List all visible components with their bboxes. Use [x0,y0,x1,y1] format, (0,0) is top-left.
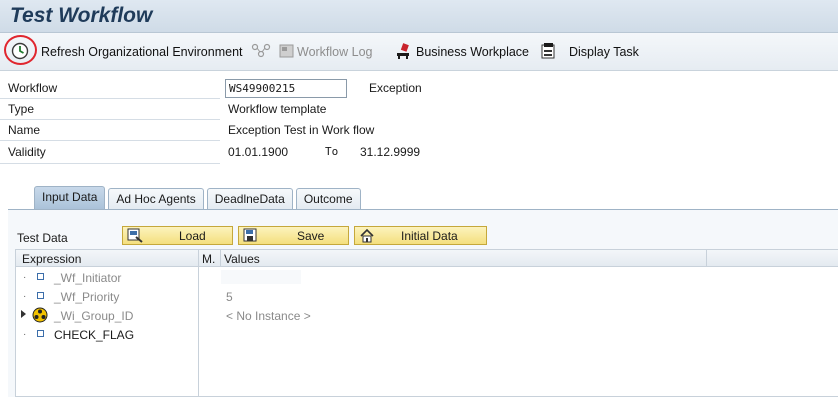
object-instance-icon [32,307,48,326]
save-button[interactable]: Save [238,226,349,245]
tab-input-data[interactable]: Input Data [34,186,106,210]
org-structure-icon [251,43,271,62]
column-header-values[interactable]: Values [224,252,260,266]
org-structure-button[interactable] [251,43,271,61]
highlight-circle-annotation [4,35,37,65]
table-row[interactable]: _Wi_Group_ID < No Instance > [16,306,838,325]
workflow-id-field[interactable]: WS49900215 [225,79,347,98]
leaf-icon [37,292,44,299]
table-row[interactable]: · _Wf_Initiator [16,268,838,287]
tab-ad-hoc-agents[interactable]: Ad Hoc Agents [108,188,204,210]
name-row: Name Exception Test in Work flow [0,119,838,141]
leaf-icon [37,330,44,337]
name-value: Exception Test in Work flow [228,123,375,137]
validity-to-value: 31.12.9999 [360,145,421,159]
expression-name: CHECK_FLAG [54,328,135,342]
display-task-icon [541,42,558,62]
save-icon [243,228,258,246]
test-data-label: Test Data [17,231,68,245]
initial-data-icon [359,228,375,246]
grid-header: Expression M. Values [16,250,838,267]
name-label: Name [8,123,41,137]
tab-strip: Input Data Ad Hoc Agents DeadlneData Out… [34,186,364,210]
workflow-log-button[interactable]: Workflow Log [279,43,373,61]
input-data-grid: Expression M. Values · _Wf_Initiator · _… [15,249,838,397]
workflow-label: Workflow [8,81,58,95]
value-field[interactable] [221,270,301,284]
tab-outcome[interactable]: Outcome [295,188,361,210]
expression-value: < No Instance > [226,309,311,323]
page-title: Test Workflow [10,4,153,27]
validity-label: Validity [8,145,46,159]
workflow-status-text: Exception [369,81,422,95]
workflow-row: Workflow WS49900215 Exception [0,77,838,99]
business-workplace-icon [395,42,411,62]
expression-value: 5 [226,290,233,304]
load-button[interactable]: Load [122,226,233,245]
expand-caret-icon[interactable] [21,310,26,318]
expression-name: _Wf_Priority [54,290,120,304]
validity-row: Validity 01.01.1900 To 31.12.9999 [0,141,838,163]
expression-name: _Wf_Initiator [54,271,122,285]
load-icon [127,228,143,246]
business-workplace-button[interactable]: Business Workplace [395,42,529,62]
column-divider [220,250,221,267]
column-header-m[interactable]: M. [202,252,215,266]
initial-data-button[interactable]: Initial Data [354,226,487,245]
column-header-expression[interactable]: Expression [22,252,81,266]
application-toolbar: Refresh Organizational Environment Workf… [0,33,838,71]
expression-name: _Wi_Group_ID [54,309,134,323]
validity-from-value: 01.01.1900 [228,145,289,159]
refresh-org-environment-button[interactable]: Refresh Organizational Environment [41,43,243,61]
column-divider [706,250,707,267]
title-bar: Test Workflow [0,0,838,33]
validity-to-label: To [325,145,339,158]
workflow-log-icon [279,43,295,62]
table-row[interactable]: · CHECK_FLAG [16,325,838,344]
display-task-button[interactable]: Display Task [541,43,639,61]
type-label: Type [8,102,35,116]
tab-deadline-data[interactable]: DeadlneData [206,188,293,210]
type-row: Type Workflow template [0,98,838,120]
type-value: Workflow template [228,102,327,116]
table-row[interactable]: · _Wf_Priority 5 [16,287,838,306]
divider [0,163,220,164]
leaf-icon [37,273,44,280]
